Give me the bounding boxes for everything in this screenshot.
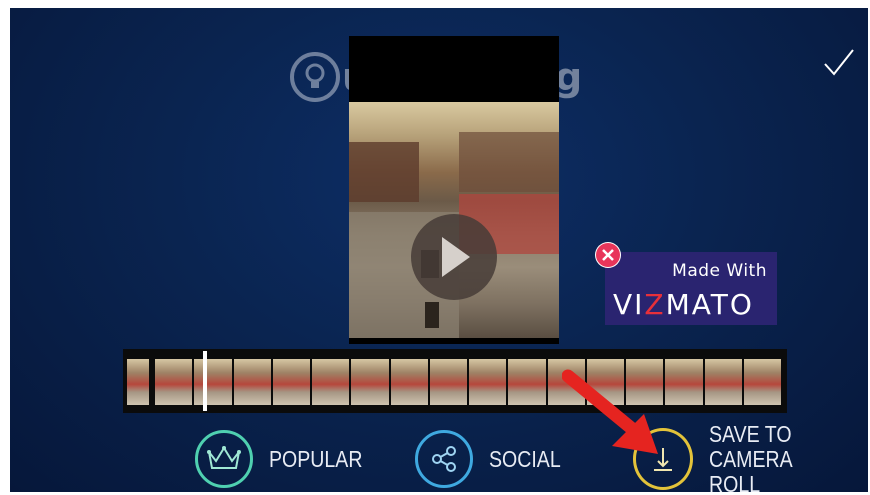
timeline-thumbnail xyxy=(704,359,742,405)
popular-action[interactable]: POPULAR xyxy=(195,428,379,490)
save-label-line2: CAMERA ROLL xyxy=(709,445,792,492)
timeline-thumbnail xyxy=(429,359,467,405)
save-label-line1: SAVE TO xyxy=(709,420,792,447)
timeline-thumbnail xyxy=(351,359,389,405)
social-action[interactable]: SOCIAL xyxy=(415,428,573,490)
brand-part: Z xyxy=(644,288,666,321)
share-icon[interactable] xyxy=(415,430,473,488)
video-frame xyxy=(349,102,559,338)
app-screen: uantrimang Made With VIZMATO POPULA xyxy=(10,8,868,492)
playhead-handle[interactable] xyxy=(203,351,207,411)
timeline-thumbnail xyxy=(743,359,781,405)
timeline-thumbnail xyxy=(312,359,350,405)
play-icon[interactable] xyxy=(411,214,497,300)
badge-brand: VIZMATO xyxy=(613,288,754,321)
thumbnail-strip xyxy=(127,359,783,405)
scene-window xyxy=(425,302,439,328)
timeline-strip[interactable] xyxy=(123,349,787,413)
timeline-thumbnail xyxy=(233,359,271,405)
timeline-thumbnail xyxy=(508,359,546,405)
badge-line1: Made With xyxy=(672,261,767,281)
red-arrow-annotation xyxy=(561,368,672,464)
video-preview[interactable] xyxy=(349,36,559,344)
save-label: SAVE TO CAMERA ROLL xyxy=(709,420,844,492)
timeline-thumbnail xyxy=(390,359,428,405)
crown-icon[interactable] xyxy=(195,430,253,488)
scene-building xyxy=(349,142,419,202)
brand-part: VI xyxy=(613,288,645,321)
timeline-thumbnail xyxy=(155,359,193,405)
timeline-thumbnail xyxy=(127,359,149,405)
timeline-thumbnail xyxy=(272,359,310,405)
social-label: SOCIAL xyxy=(489,445,561,472)
close-icon[interactable] xyxy=(595,242,621,268)
checkmark-icon[interactable] xyxy=(822,46,856,80)
brand-part: MATO xyxy=(665,288,754,321)
popular-label: POPULAR xyxy=(269,445,363,472)
made-with-vizmato-badge: Made With VIZMATO xyxy=(605,252,777,325)
scene-building xyxy=(459,132,559,192)
timeline-thumbnail xyxy=(469,359,507,405)
bulb-icon xyxy=(290,52,340,102)
timeline-thumbnail xyxy=(194,359,232,405)
